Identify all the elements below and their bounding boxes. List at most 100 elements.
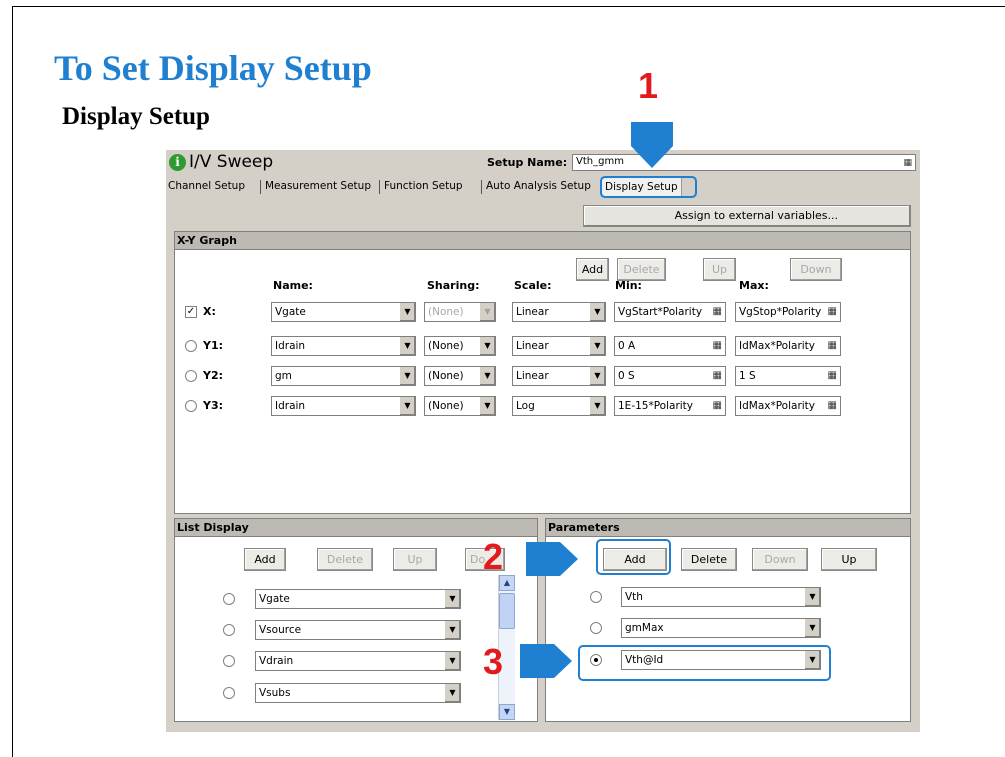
y1-sharing-select[interactable]: (None) ▼ [424, 336, 496, 356]
y3-min-field[interactable]: 1E-15*Polarity ▦ [614, 396, 726, 416]
callout-number-3: 3 [483, 641, 504, 682]
setup-name-input[interactable]: Vth_gmm ▦ [572, 154, 916, 171]
list-item-select[interactable]: Vgate ▼ [255, 589, 461, 609]
xy-row-x: ✓ X: Vgate ▼ (None) ▼ Linear ▼ VgStart*Pola… [175, 301, 910, 323]
calculator-icon: ▦ [827, 340, 837, 351]
scroll-down-icon[interactable]: ▼ [499, 704, 515, 720]
list-up-button[interactable]: Up [393, 548, 437, 571]
y3-max-field[interactable]: IdMax*Polarity ▦ [735, 396, 841, 416]
axis-label: Y2: [203, 369, 224, 382]
x-name-select[interactable]: Vgate ▼ [271, 302, 416, 322]
list-item-radio[interactable] [223, 655, 235, 667]
slide-frame-left [12, 6, 13, 757]
column-scale-header: Scale: [514, 279, 552, 292]
parameter-select[interactable]: gmMax ▼ [621, 618, 821, 638]
setup-name-value: Vth_gmm [576, 156, 624, 167]
x-scale-select[interactable]: Linear ▼ [512, 302, 606, 322]
tab-measurement-setup[interactable]: Measurement Setup [265, 177, 371, 197]
setup-name-label: Setup Name: [487, 156, 568, 169]
dropdown-arrow-icon: ▼ [444, 684, 460, 702]
y3-sharing-select[interactable]: (None) ▼ [424, 396, 496, 416]
dropdown-arrow-icon: ▼ [589, 397, 605, 415]
scroll-thumb[interactable] [499, 593, 515, 629]
x-sharing-select[interactable]: (None) ▼ [424, 302, 496, 322]
parameters-down-button[interactable]: Down [752, 548, 808, 571]
parameters-up-button[interactable]: Up [821, 548, 877, 571]
parameter-item: Vth ▼ [546, 586, 910, 608]
parameter-radio[interactable] [590, 591, 602, 603]
dropdown-arrow-icon: ▼ [399, 367, 415, 385]
column-max-header: Max: [739, 279, 769, 292]
y3-radio[interactable] [185, 400, 197, 412]
axis-label: Y1: [203, 339, 224, 352]
y2-scale-select[interactable]: Linear ▼ [512, 366, 606, 386]
parameter-item: Vth@Id ▼ [546, 649, 910, 671]
tab-display-setup[interactable]: Display Setup [601, 177, 682, 197]
parameters-panel: Parameters Add Delete Down Up Vth ▼ gmMax… [545, 518, 911, 722]
y1-min-field[interactable]: 0 A ▦ [614, 336, 726, 356]
xy-up-button[interactable]: Up [703, 258, 736, 281]
window-titlebar: i I/V Sweep Setup Name: Vth_gmm ▦ [166, 150, 920, 176]
y1-radio[interactable] [185, 340, 197, 352]
tab-auto-analysis-setup[interactable]: Auto Analysis Setup [486, 177, 591, 197]
y2-max-field[interactable]: 1 S ▦ [735, 366, 841, 386]
list-item-select[interactable]: Vdrain ▼ [255, 651, 461, 671]
keyboard-icon[interactable]: ▦ [903, 158, 912, 168]
y1-scale-select[interactable]: Linear ▼ [512, 336, 606, 356]
calculator-icon: ▦ [827, 306, 837, 317]
y2-sharing-select[interactable]: (None) ▼ [424, 366, 496, 386]
info-icon: i [169, 154, 186, 171]
tab-bar: Channel Setup Measurement Setup Function… [166, 177, 920, 197]
list-display-header: List Display [175, 519, 537, 537]
slide-subtitle: Display Setup [62, 103, 210, 130]
dropdown-arrow-icon: ▼ [804, 588, 820, 606]
list-item-select[interactable]: Vsource ▼ [255, 620, 461, 640]
list-add-button[interactable]: Add [244, 548, 286, 571]
parameter-select[interactable]: Vth ▼ [621, 587, 821, 607]
window-title: I/V Sweep [189, 152, 274, 172]
list-item-radio[interactable] [223, 624, 235, 636]
tab-channel-setup[interactable]: Channel Setup [168, 177, 245, 197]
y3-name-select[interactable]: Idrain ▼ [271, 396, 416, 416]
scroll-up-icon[interactable]: ▲ [499, 575, 515, 591]
list-delete-button[interactable]: Delete [317, 548, 373, 571]
dropdown-arrow-icon: ▼ [399, 337, 415, 355]
parameter-radio[interactable] [590, 622, 602, 634]
x-min-field[interactable]: VgStart*Polarity ▦ [614, 302, 726, 322]
dropdown-arrow-icon: ▼ [804, 651, 820, 669]
parameters-add-button[interactable]: Add [603, 548, 667, 571]
dropdown-arrow-icon: ▼ [444, 621, 460, 639]
list-item-radio[interactable] [223, 593, 235, 605]
assign-external-variables-button[interactable]: Assign to external variables... [583, 205, 911, 227]
y2-name-select[interactable]: gm ▼ [271, 366, 416, 386]
dropdown-arrow-icon: ▼ [479, 337, 495, 355]
column-sharing-header: Sharing: [427, 279, 480, 292]
parameter-select[interactable]: Vth@Id ▼ [621, 650, 821, 670]
dropdown-arrow-icon: ▼ [589, 367, 605, 385]
list-item-radio[interactable] [223, 687, 235, 699]
x-axis-checkbox[interactable]: ✓ [185, 306, 197, 318]
dropdown-arrow-icon: ▼ [444, 590, 460, 608]
dropdown-arrow-icon: ▼ [399, 303, 415, 321]
callout-number-1: 1 [638, 65, 659, 106]
xy-graph-panel: X-Y Graph Add Delete Up Down Name: Shari… [174, 231, 911, 514]
calculator-icon: ▦ [827, 370, 837, 381]
list-item: Vsubs ▼ [175, 682, 537, 704]
y1-name-select[interactable]: Idrain ▼ [271, 336, 416, 356]
x-max-field[interactable]: VgStop*Polarity ▦ [735, 302, 841, 322]
y2-radio[interactable] [185, 370, 197, 382]
arrow-right-icon [520, 644, 572, 678]
axis-label: X: [203, 305, 216, 318]
xy-down-button[interactable]: Down [790, 258, 842, 281]
slide-frame-top [12, 6, 1005, 7]
parameter-radio-selected[interactable] [590, 654, 602, 666]
y3-scale-select[interactable]: Log ▼ [512, 396, 606, 416]
tab-function-setup[interactable]: Function Setup [384, 177, 463, 197]
dropdown-arrow-icon: ▼ [399, 397, 415, 415]
list-item-select[interactable]: Vsubs ▼ [255, 683, 461, 703]
y1-max-field[interactable]: IdMax*Polarity ▦ [735, 336, 841, 356]
xy-add-button[interactable]: Add [576, 258, 609, 281]
xy-delete-button[interactable]: Delete [617, 258, 666, 281]
parameters-delete-button[interactable]: Delete [681, 548, 737, 571]
y2-min-field[interactable]: 0 S ▦ [614, 366, 726, 386]
